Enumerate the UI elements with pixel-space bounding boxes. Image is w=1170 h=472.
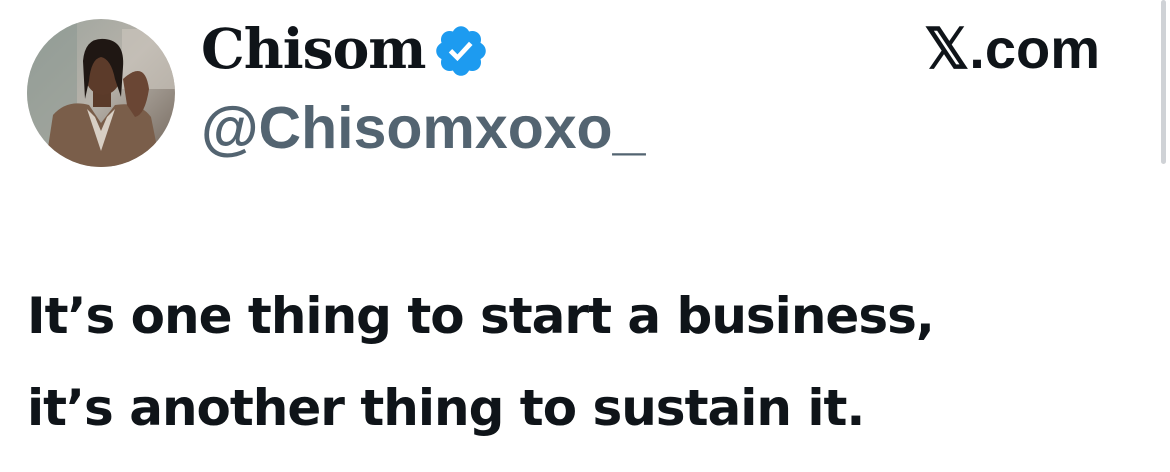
verified-badge-icon <box>436 26 486 76</box>
scrollbar-thumb[interactable] <box>1161 0 1166 164</box>
source-label: 𝕏.com <box>924 17 1100 80</box>
scrollbar[interactable] <box>1160 0 1170 166</box>
author-display-name[interactable]: Chisom <box>201 14 427 84</box>
avatar-photo <box>27 19 175 167</box>
tweet-text-line: it’s another thing to sustain it. <box>27 379 865 437</box>
author-handle[interactable]: @Chisomxoxo_ <box>201 92 645 164</box>
avatar[interactable] <box>27 19 175 167</box>
tweet-text: It’s one thing to start a business, it’s… <box>27 270 1137 454</box>
tweet-text-line: It’s one thing to start a business, <box>27 287 935 345</box>
